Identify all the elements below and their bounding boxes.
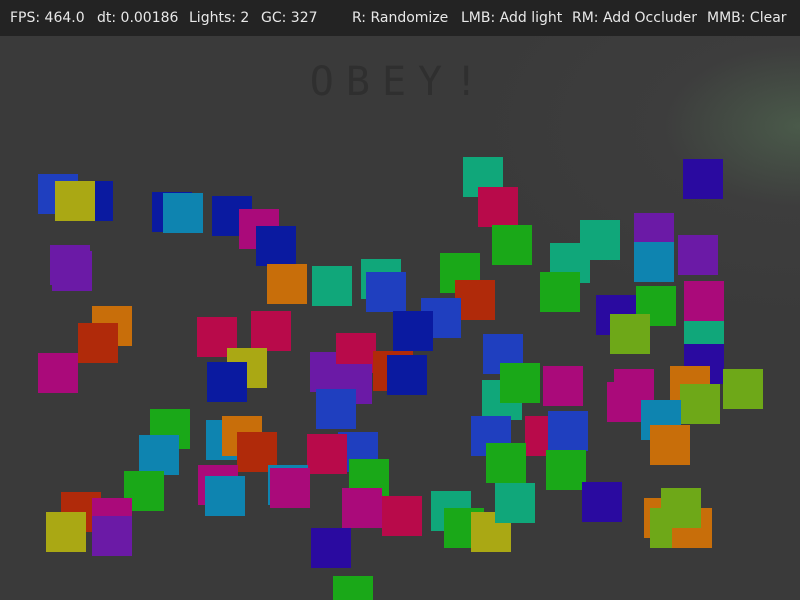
occluder-square bbox=[580, 220, 620, 260]
occluder-square bbox=[333, 576, 373, 600]
occluder-square bbox=[207, 362, 247, 402]
dt-readout: dt: 0.00186 bbox=[97, 10, 179, 26]
occluder-square bbox=[495, 483, 535, 523]
occluder-square bbox=[311, 528, 351, 568]
occluder-square bbox=[312, 266, 352, 306]
add-light-hint: LMB: Add light bbox=[461, 10, 563, 26]
occluder-square bbox=[610, 314, 650, 354]
occluder-square bbox=[382, 496, 422, 536]
add-occluder-hint: RM: Add Occluder bbox=[572, 10, 697, 26]
occluder-square bbox=[78, 323, 118, 363]
occluder-square bbox=[139, 435, 179, 475]
occluder-square bbox=[683, 159, 723, 199]
occluder-square bbox=[38, 353, 78, 393]
occluder-square bbox=[251, 311, 291, 351]
occluder-square bbox=[546, 450, 586, 490]
occluder-square bbox=[723, 369, 763, 409]
occluder-square bbox=[307, 434, 347, 474]
occluder-square bbox=[684, 281, 724, 321]
fps-readout: FPS: 464.0 bbox=[10, 10, 85, 26]
occluder-square bbox=[270, 468, 310, 508]
occluder-square bbox=[650, 425, 690, 465]
obey-title: OBEY! bbox=[309, 59, 491, 105]
gc-readout: GC: 327 bbox=[261, 10, 318, 26]
occluder-square bbox=[455, 280, 495, 320]
occluder-square bbox=[543, 366, 583, 406]
occluder-square bbox=[163, 193, 203, 233]
occluder-square bbox=[678, 235, 718, 275]
occluder-square bbox=[680, 384, 720, 424]
occluder-square bbox=[205, 476, 245, 516]
hud-bar: FPS: 464.0 dt: 0.00186 Lights: 2 GC: 327… bbox=[0, 0, 800, 36]
occluder-square bbox=[486, 443, 526, 483]
occluder-square bbox=[46, 512, 86, 552]
occluder-square bbox=[50, 245, 90, 285]
occluder-square bbox=[256, 226, 296, 266]
occluder-square bbox=[92, 516, 132, 556]
occluder-square bbox=[342, 488, 382, 528]
occluder-square bbox=[661, 488, 701, 528]
game-canvas[interactable]: OBEY! bbox=[0, 36, 800, 600]
clear-hint: MMB: Clear bbox=[707, 10, 787, 26]
occluder-square bbox=[548, 411, 588, 451]
occluder-square bbox=[540, 272, 580, 312]
occluder-square bbox=[366, 272, 406, 312]
occluder-square bbox=[634, 242, 674, 282]
randomize-hint: R: Randomize bbox=[352, 10, 449, 26]
occluder-square bbox=[316, 389, 356, 429]
occluder-square bbox=[55, 181, 95, 221]
occluder-square bbox=[500, 363, 540, 403]
lights-count: Lights: 2 bbox=[189, 10, 250, 26]
occluder-square bbox=[478, 187, 518, 227]
occluder-square bbox=[387, 355, 427, 395]
occluder-square bbox=[393, 311, 433, 351]
occluder-square bbox=[492, 225, 532, 265]
occluder-square bbox=[582, 482, 622, 522]
occluder-square bbox=[267, 264, 307, 304]
